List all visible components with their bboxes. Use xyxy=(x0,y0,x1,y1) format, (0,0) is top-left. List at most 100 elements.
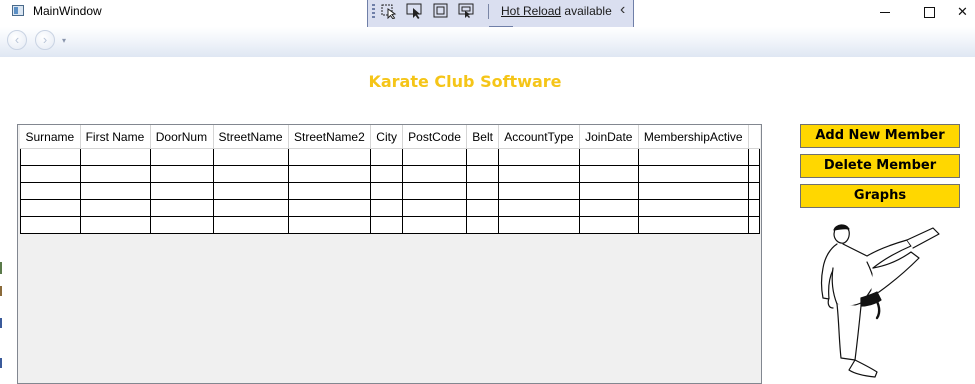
table-cell[interactable] xyxy=(149,199,214,217)
table-cell[interactable] xyxy=(212,182,290,200)
header-row: Surname First Name DoorNum StreetName St… xyxy=(20,125,760,149)
table-cell[interactable] xyxy=(288,148,372,166)
table-cell[interactable] xyxy=(149,182,214,200)
table-cell[interactable] xyxy=(20,199,81,217)
table-cell[interactable] xyxy=(288,216,372,234)
table-cell[interactable] xyxy=(212,199,290,217)
table-cell[interactable] xyxy=(637,216,750,234)
column-header-door-num[interactable]: DoorNum xyxy=(150,125,214,149)
display-layout-adorners-icon[interactable] xyxy=(432,3,450,19)
table-cell[interactable] xyxy=(370,165,404,183)
table-cell[interactable] xyxy=(212,216,290,234)
members-datagrid[interactable]: Surname First Name DoorNum StreetName St… xyxy=(17,124,762,384)
table-cell[interactable] xyxy=(402,216,468,234)
table-cell[interactable] xyxy=(402,199,468,217)
table-cell[interactable] xyxy=(370,199,404,217)
column-header-city[interactable]: City xyxy=(370,125,404,149)
table-cell[interactable] xyxy=(748,182,760,200)
table-cell[interactable] xyxy=(212,148,290,166)
table-row[interactable] xyxy=(20,182,760,200)
column-header-belt[interactable]: Belt xyxy=(466,125,500,149)
add-member-button[interactable]: Add New Member xyxy=(800,124,960,148)
table-cell[interactable] xyxy=(637,182,750,200)
table-cell[interactable] xyxy=(79,216,151,234)
forward-button[interactable]: › xyxy=(35,30,55,50)
column-header-street-name-2[interactable]: StreetName2 xyxy=(288,125,372,149)
table-cell[interactable] xyxy=(20,182,81,200)
window-title: MainWindow xyxy=(33,4,102,18)
graphs-button[interactable]: Graphs xyxy=(800,184,960,208)
column-header-membership-active[interactable]: MembershipActive xyxy=(638,125,750,149)
table-cell[interactable] xyxy=(402,182,468,200)
table-cell[interactable] xyxy=(20,216,81,234)
table-cell[interactable] xyxy=(79,182,151,200)
table-cell[interactable] xyxy=(579,199,639,217)
action-panel: Add New Member Delete Member Graphs xyxy=(800,124,960,214)
table-cell[interactable] xyxy=(748,165,760,183)
table-cell[interactable] xyxy=(637,165,750,183)
table-cell[interactable] xyxy=(748,148,760,166)
table-cell[interactable] xyxy=(466,148,500,166)
table-cell[interactable] xyxy=(288,199,372,217)
close-icon: ✕ xyxy=(957,4,968,19)
table-cell[interactable] xyxy=(579,182,639,200)
table-cell[interactable] xyxy=(637,148,750,166)
table-cell[interactable] xyxy=(498,199,581,217)
table-cell[interactable] xyxy=(579,165,639,183)
table-cell[interactable] xyxy=(79,165,151,183)
table-cell[interactable] xyxy=(466,216,500,234)
hot-reload-link[interactable]: Hot Reload xyxy=(501,4,561,18)
table-cell[interactable] xyxy=(466,182,500,200)
table-cell[interactable] xyxy=(212,165,290,183)
pointer-icon[interactable] xyxy=(406,3,424,19)
back-button[interactable]: ‹ xyxy=(7,30,27,50)
table-cell[interactable] xyxy=(402,165,468,183)
maximize-button[interactable] xyxy=(906,0,952,24)
track-focused-element-icon[interactable] xyxy=(458,3,476,19)
column-header-join-date[interactable]: JoinDate xyxy=(579,125,639,149)
select-element-icon[interactable] xyxy=(380,3,398,19)
table-cell[interactable] xyxy=(748,216,760,234)
table-body xyxy=(20,148,760,234)
table-row[interactable] xyxy=(20,148,760,166)
close-button[interactable]: ✕ xyxy=(950,0,975,24)
table-cell[interactable] xyxy=(498,216,581,234)
table-row[interactable] xyxy=(20,199,760,217)
table-cell[interactable] xyxy=(370,182,404,200)
page-title: Karate Club Software xyxy=(368,72,562,91)
table-cell[interactable] xyxy=(498,182,581,200)
table-cell[interactable] xyxy=(637,199,750,217)
table-cell[interactable] xyxy=(149,216,214,234)
table-cell[interactable] xyxy=(370,148,404,166)
table-cell[interactable] xyxy=(498,148,581,166)
toolbar-grip-icon[interactable] xyxy=(372,4,375,20)
table-cell[interactable] xyxy=(748,199,760,217)
table-row[interactable] xyxy=(20,165,760,183)
table-cell[interactable] xyxy=(579,148,639,166)
table-cell[interactable] xyxy=(370,216,404,234)
column-header-account-type[interactable]: AccountType xyxy=(498,125,581,149)
table-cell[interactable] xyxy=(402,148,468,166)
minimize-button[interactable] xyxy=(862,0,908,24)
table-cell[interactable] xyxy=(20,165,81,183)
table-cell[interactable] xyxy=(498,165,581,183)
table-cell[interactable] xyxy=(79,199,151,217)
column-header-post-code[interactable]: PostCode xyxy=(402,125,468,149)
column-header-street-name[interactable]: StreetName xyxy=(213,125,290,149)
table-cell[interactable] xyxy=(579,216,639,234)
table-cell[interactable] xyxy=(288,182,372,200)
collapse-toolbar-icon[interactable]: ‹ xyxy=(620,1,625,19)
toolbar-separator xyxy=(488,4,489,19)
table-cell[interactable] xyxy=(149,165,214,183)
history-dropdown-icon[interactable]: ▾ xyxy=(62,36,66,45)
table-cell[interactable] xyxy=(79,148,151,166)
column-header-first-name[interactable]: First Name xyxy=(80,125,151,149)
table-cell[interactable] xyxy=(288,165,372,183)
table-cell[interactable] xyxy=(20,148,81,166)
table-cell[interactable] xyxy=(466,165,500,183)
table-cell[interactable] xyxy=(149,148,214,166)
delete-member-button[interactable]: Delete Member xyxy=(800,154,960,178)
column-header-surname[interactable]: Surname xyxy=(20,125,81,149)
table-row[interactable] xyxy=(20,216,760,234)
table-cell[interactable] xyxy=(466,199,500,217)
